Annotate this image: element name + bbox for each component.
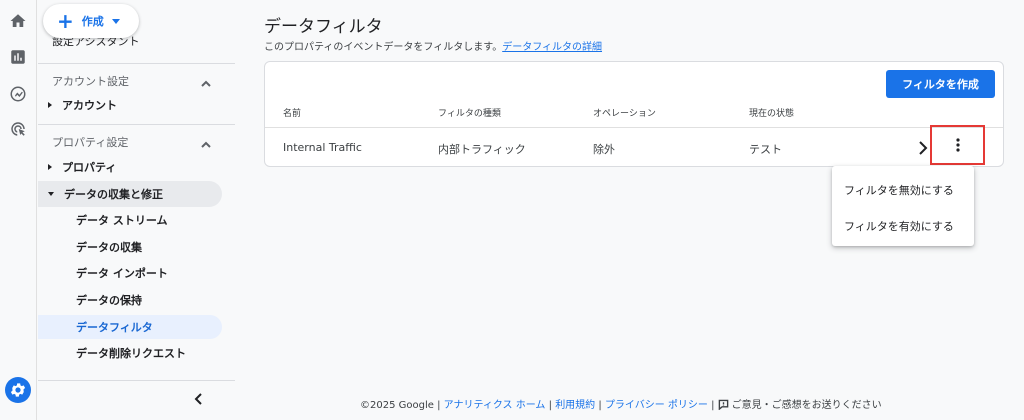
sidebar-item-data-collection[interactable]: データの収集と修正 [38,181,222,207]
description-text: このプロパティのイベントデータをフィルタします。 [264,42,503,53]
sidebar-item-account[interactable]: アカウント [38,92,222,118]
sidebar-item-data-collection-settings[interactable]: データの収集 [38,235,222,259]
footer-feedback[interactable]: ご意見・ご感想をお送りください [718,399,882,411]
column-header-filter-type[interactable]: フィルタの種類 [438,106,501,119]
column-header-status[interactable]: 現在の状態 [749,106,794,119]
separator: | [598,400,602,411]
chevron-up-icon[interactable] [201,74,211,87]
advertising-icon[interactable] [6,117,30,141]
divider [38,124,235,125]
row-options-menu: フィルタを無効にする フィルタを有効にする [832,166,974,246]
create-button[interactable]: + 作成 [43,4,139,38]
sidebar-item-label: プロパティ [62,161,117,174]
footer-link-analytics-home[interactable]: アナリティクス ホーム [444,400,546,411]
home-icon[interactable] [6,9,30,33]
left-rail [0,0,37,420]
admin-sidebar: + 作成 設定アシスタント アカウント設定 アカウント プロパティ設定 プロパテ… [38,0,235,420]
caret-down-icon [111,18,120,24]
sidebar-item-data-import[interactable]: データ インポート [38,261,222,285]
admin-gear-icon[interactable] [5,377,31,403]
feedback-icon [718,399,729,411]
reports-icon[interactable] [6,45,30,69]
footer: ©2025 Google | アナリティクス ホーム | 利用規約 | プライバ… [360,396,882,411]
section-heading-account: アカウント設定 [52,75,129,88]
explore-icon[interactable] [6,82,30,106]
menu-item-enable-filter[interactable]: フィルタを有効にする [832,208,974,244]
more-options-button[interactable] [930,125,985,165]
divider [38,63,235,64]
collapse-arrow-icon [48,192,54,196]
create-button-label: 作成 [81,15,104,28]
cell-status: テスト [749,143,782,156]
separator: | [711,400,715,411]
sidebar-item-label: アカウント [62,99,117,112]
chevron-right-icon[interactable] [917,140,929,155]
sidebar-item-property[interactable]: プロパティ [38,154,222,180]
page-title: データフィルタ [264,17,383,37]
copyright: ©2025 Google [360,400,434,411]
table-row[interactable]: Internal Traffic 内部トラフィック 除外 テスト [265,125,1003,167]
cell-filter-type: 内部トラフィック [438,143,526,156]
column-header-operation[interactable]: オペレーション [593,106,656,119]
sidebar-item-data-filters[interactable]: データフィルタ [38,315,222,339]
divider [38,380,235,381]
sidebar-item-data-streams[interactable]: データ ストリーム [38,208,222,232]
chevron-up-icon[interactable] [201,135,211,148]
separator: | [548,400,552,411]
sidebar-item-label: データの収集と修正 [64,188,163,201]
expand-arrow-icon [48,102,52,108]
cell-operation: 除外 [593,143,615,156]
footer-link-terms[interactable]: 利用規約 [555,400,595,411]
plus-icon: + [57,9,74,33]
section-heading-property: プロパティ設定 [52,136,129,149]
column-header-name[interactable]: 名前 [283,106,301,119]
separator: | [437,400,441,411]
sidebar-item-data-deletion-requests[interactable]: データ削除リクエスト [38,341,222,365]
sidebar-item-data-retention[interactable]: データの保持 [38,288,222,312]
page-description: このプロパティのイベントデータをフィルタします。データフィルタの詳細 [264,38,602,53]
learn-more-link[interactable]: データフィルタの詳細 [502,42,602,53]
footer-link-privacy[interactable]: プライバシー ポリシー [605,400,708,411]
kebab-menu-icon [955,138,960,152]
expand-arrow-icon [48,164,52,170]
feedback-label: ご意見・ご感想をお送りください [731,400,882,411]
create-filter-button[interactable]: フィルタを作成 [886,70,995,98]
menu-item-disable-filter[interactable]: フィルタを無効にする [832,172,974,208]
collapse-sidebar-icon[interactable] [192,391,208,407]
filters-table-card: フィルタを作成 名前 フィルタの種類 オペレーション 現在の状態 Interna… [264,61,1004,167]
cell-name: Internal Traffic [283,141,362,154]
